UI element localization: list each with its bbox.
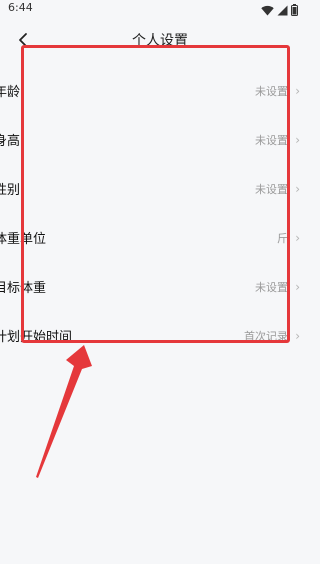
settings-row-plan-start[interactable]: 计划开始时间 首次记录 › — [0, 311, 320, 360]
row-label: 计划开始时间 — [0, 330, 73, 345]
cellular-signal-icon — [277, 5, 288, 15]
row-value: 首次记录 — [244, 329, 288, 343]
settings-row-weight-unit[interactable]: 体重单位 斤 › — [0, 213, 320, 262]
row-value: 斤 — [277, 231, 288, 245]
wifi-icon — [261, 5, 274, 15]
row-label: 性别 — [0, 183, 21, 198]
row-value: 未设置 — [255, 133, 288, 147]
page-title: 个人设置 — [132, 33, 188, 49]
row-label: 年龄 — [0, 85, 21, 100]
row-value: 未设置 — [255, 84, 288, 98]
chevron-right-icon: › — [295, 181, 300, 196]
battery-icon — [291, 4, 298, 16]
row-label: 体重单位 — [0, 232, 47, 247]
system-icons — [261, 3, 298, 17]
row-value: 未设置 — [255, 280, 288, 294]
row-label: 身高 — [0, 134, 21, 149]
row-value: 未设置 — [255, 182, 288, 196]
settings-row-target-weight[interactable]: 目标体重 未设置 › — [0, 262, 320, 311]
settings-list: 年龄 未设置 › 身高 未设置 › 性别 未设置 › 体重单位 斤 › 目标体重… — [0, 66, 320, 360]
chevron-right-icon: › — [295, 83, 300, 98]
chevron-right-icon: › — [295, 328, 300, 343]
settings-row-gender[interactable]: 性别 未设置 › — [0, 164, 320, 213]
chevron-right-icon: › — [295, 132, 300, 147]
status-time: 6:44 — [8, 1, 33, 14]
settings-row-age[interactable]: 年龄 未设置 › — [0, 66, 320, 115]
chevron-right-icon: › — [295, 230, 300, 245]
chevron-right-icon: › — [295, 279, 300, 294]
settings-row-height[interactable]: 身高 未设置 › — [0, 115, 320, 164]
row-label: 目标体重 — [0, 281, 47, 296]
nav-bar: 个人设置 — [0, 22, 320, 58]
status-bar: 6:44 — [0, 0, 320, 22]
